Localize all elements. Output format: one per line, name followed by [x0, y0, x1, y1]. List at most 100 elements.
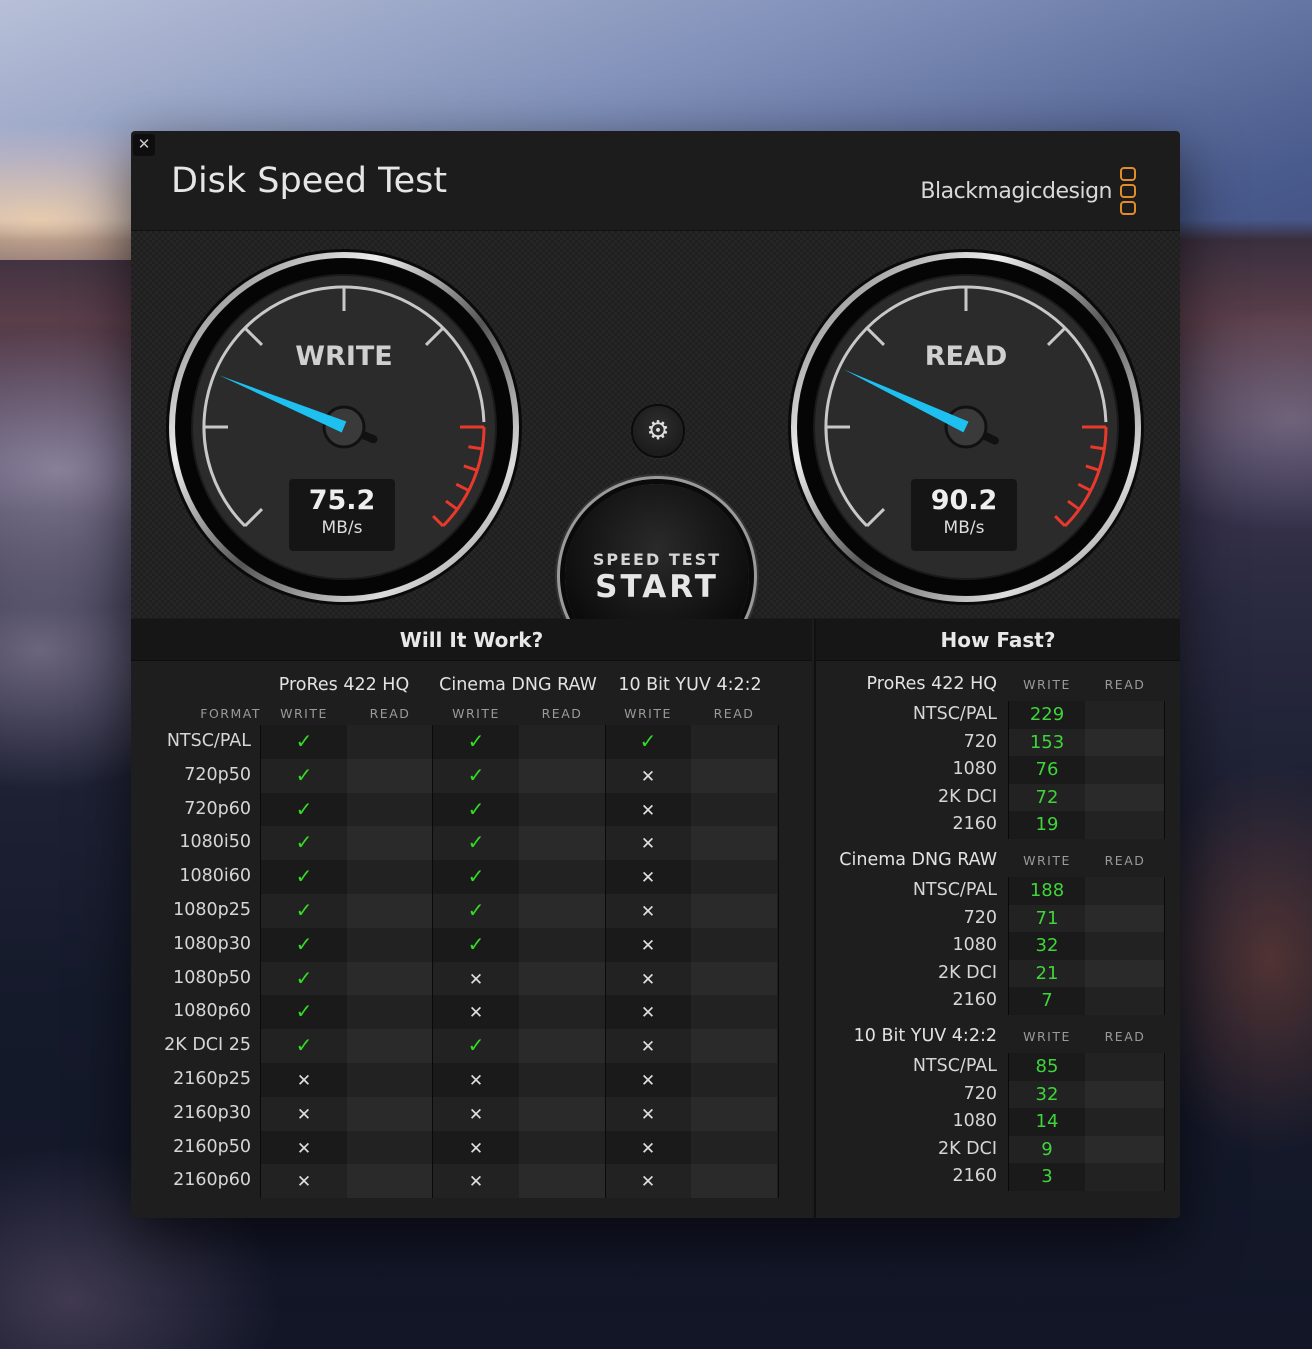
format-label: 2160p30	[173, 1102, 251, 1123]
format-label: 1080p50	[173, 967, 251, 988]
checkmark-icon: ✓	[295, 729, 313, 753]
prores-read-cell	[347, 758, 433, 793]
yuv-read-cell	[691, 725, 777, 759]
brand: Blackmagicdesign	[920, 167, 1136, 215]
yuv-read-cell	[691, 893, 777, 928]
dng-read-cell	[519, 961, 605, 996]
cross-icon: ✕	[640, 766, 656, 787]
write-fps-value: 3	[1009, 1163, 1085, 1191]
checkmark-icon: ✓	[467, 762, 485, 787]
resolution-label: 2160	[952, 814, 997, 835]
resolution-label: 2160	[952, 1166, 997, 1187]
write-fps-value: 32	[1009, 1080, 1085, 1109]
checkmark-icon: ✓	[295, 965, 313, 990]
divider	[1164, 877, 1165, 1015]
dng-write-cell: ✓	[433, 927, 519, 962]
resolution-label: NTSC/PAL	[912, 880, 997, 900]
dng-write-cell: ✕	[433, 1096, 519, 1131]
how-fast-row: 2K DCI 21	[816, 959, 1180, 988]
write-fps-value: 21	[1009, 959, 1085, 988]
yuv-write-cell: ✕	[605, 893, 691, 928]
divider	[778, 725, 779, 1198]
how-fast-row: 720 71	[816, 904, 1180, 933]
checkmark-icon: ✓	[467, 830, 485, 855]
read-fps-value	[1085, 904, 1164, 933]
resolution-label: 1080	[952, 759, 997, 780]
read-gauge-label: READ	[924, 341, 1008, 372]
dng-read-cell	[519, 1096, 605, 1131]
read-fps-value	[1085, 756, 1164, 784]
yuv-read-cell	[691, 758, 777, 793]
format-label: 1080p30	[173, 933, 251, 954]
resolution-label: 2K DCI	[937, 962, 997, 983]
how-fast-title: How Fast?	[816, 619, 1180, 661]
write-fps-value: 85	[1009, 1053, 1085, 1081]
checkmark-icon: ✓	[467, 897, 485, 922]
write-gauge-dial	[166, 249, 522, 605]
cross-icon: ✕	[640, 1138, 656, 1159]
settings-button[interactable]: ⚙	[633, 406, 683, 456]
write-speed-value: 75.2	[308, 485, 376, 516]
read-fps-value	[1085, 877, 1164, 905]
write-gauge-label: WRITE	[295, 341, 393, 372]
prores-read-cell	[347, 1164, 433, 1199]
checkmark-icon: ✓	[295, 796, 313, 821]
dng-read-cell	[519, 1164, 605, 1199]
how-fast-row: 1080 14	[816, 1108, 1180, 1136]
yuv-read-header: READ	[713, 706, 755, 721]
how-fast-write-header: WRITE	[1023, 853, 1071, 868]
yuv-read-cell	[691, 995, 777, 1030]
prores-read-header: READ	[369, 706, 411, 721]
how-fast-codec: 10 Bit YUV 4:2:2	[853, 1026, 997, 1046]
resolution-label: 720	[963, 1083, 997, 1104]
dng-write-header: WRITE	[452, 706, 500, 721]
brand-name: Blackmagicdesign	[920, 178, 1112, 204]
checkmark-icon: ✓	[467, 864, 485, 889]
prores-write-cell: ✓	[261, 860, 347, 894]
how-fast-read-header: READ	[1104, 853, 1146, 868]
prores-write-cell: ✕	[261, 1062, 347, 1097]
how-fast-row: 2160 19	[816, 811, 1180, 839]
cross-icon: ✕	[296, 1138, 312, 1159]
how-fast-row: 2K DCI 9	[816, 1135, 1180, 1164]
prores-read-cell	[347, 995, 433, 1030]
checkmark-icon: ✓	[295, 897, 313, 922]
codec-header-dng: Cinema DNG RAW	[439, 675, 597, 695]
read-fps-value	[1085, 728, 1164, 757]
yuv-write-cell: ✕	[605, 860, 691, 894]
prores-read-cell	[347, 927, 433, 962]
divider	[432, 725, 433, 1198]
prores-read-cell	[347, 792, 433, 827]
read-gauge-dial	[788, 249, 1144, 605]
read-fps-value	[1085, 811, 1164, 839]
checkmark-icon: ✓	[639, 729, 657, 753]
cross-icon: ✕	[640, 935, 656, 956]
write-fps-value: 14	[1009, 1108, 1085, 1136]
resolution-label: 1080	[952, 1111, 997, 1132]
checkmark-icon: ✓	[295, 762, 313, 787]
format-label: 1080p25	[173, 899, 251, 920]
format-label: 1080i60	[179, 866, 251, 887]
prores-write-cell: ✕	[261, 1164, 347, 1199]
read-gauge: READ 90.2 MB/s	[785, 246, 1147, 608]
write-speed-unit: MB/s	[321, 518, 363, 538]
cross-icon: ✕	[640, 800, 656, 821]
checkmark-icon: ✓	[295, 830, 313, 855]
divider	[605, 725, 606, 1198]
write-fps-value: 72	[1009, 783, 1085, 812]
divider	[1164, 701, 1165, 839]
close-button[interactable]: ✕	[133, 134, 155, 156]
cross-icon: ✕	[640, 1037, 656, 1058]
dng-read-cell	[519, 1062, 605, 1097]
write-fps-value: 7	[1009, 987, 1085, 1015]
dng-read-cell	[519, 758, 605, 793]
yuv-write-cell: ✕	[605, 1029, 691, 1063]
divider	[1008, 877, 1009, 1015]
checkmark-icon: ✓	[295, 864, 313, 889]
checkmark-icon: ✓	[467, 729, 485, 753]
checkmark-icon: ✓	[467, 796, 485, 821]
write-fps-value: 32	[1009, 932, 1085, 960]
dng-read-cell	[519, 1029, 605, 1063]
prores-read-cell	[347, 860, 433, 894]
yuv-read-cell	[691, 1029, 777, 1063]
